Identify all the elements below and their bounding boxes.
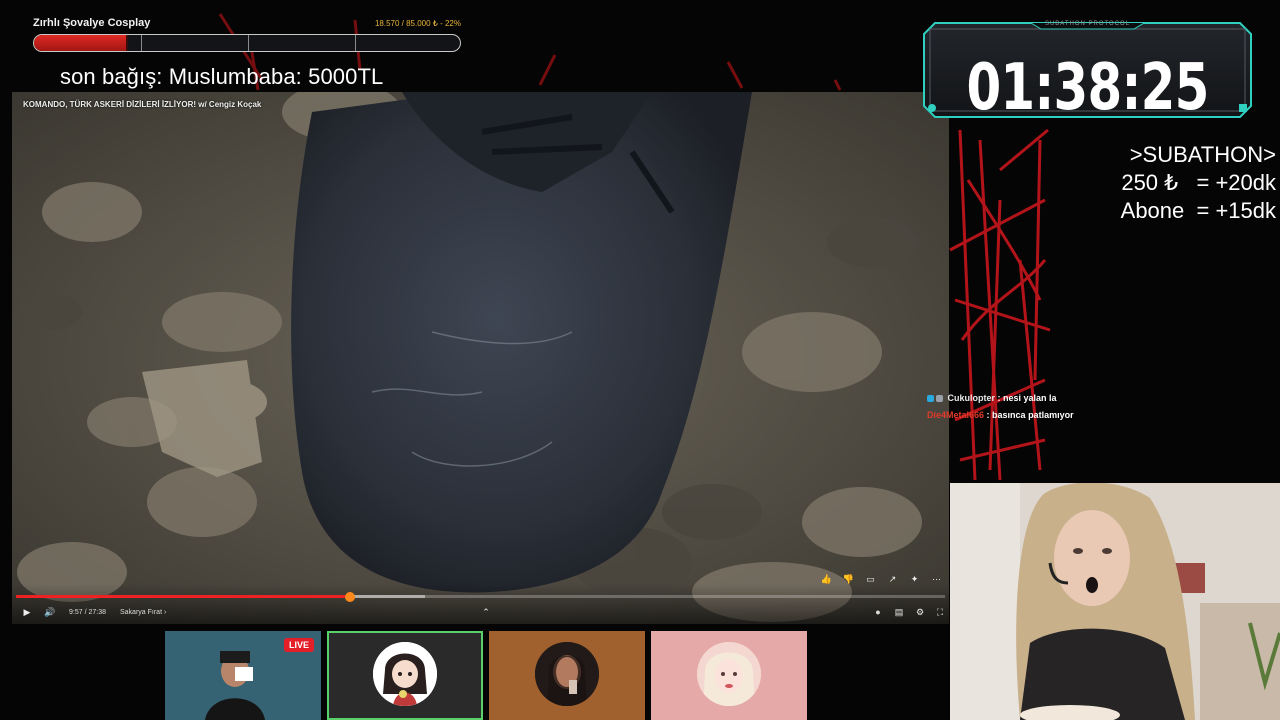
timer-label: SUBATHON PROTOCOL	[1044, 21, 1131, 27]
last-donation: son bağış: Muslumbaba: 5000TL	[60, 64, 384, 89]
chevron-up-icon[interactable]: ⌃	[481, 607, 491, 617]
chat-message: Cukulopter : nesi yalan la	[927, 390, 1280, 407]
participant-tile[interactable]	[651, 631, 807, 720]
subtitles-icon[interactable]: ▤	[894, 607, 904, 617]
chat-overlay: Cukulopter : nesi yalan la Die4Metal666 …	[927, 390, 1280, 424]
rules-donation-line: 250 ₺ = +20dk	[1121, 170, 1276, 195]
chat-text: basınca patlamıyor	[992, 410, 1074, 420]
video-player[interactable]: KOMANDO, TÜRK ASKERİ DİZİLERİ İZLİYOR! w…	[12, 92, 949, 624]
live-badge: LIVE	[283, 638, 314, 652]
play-icon[interactable]: ▶	[22, 607, 32, 617]
rules-sub-line: Abone = +15dk	[1120, 198, 1276, 223]
goal-tick	[248, 35, 249, 51]
participant-tile-active[interactable]	[327, 631, 483, 720]
badge-icon	[936, 395, 943, 402]
streamer-webcam	[950, 483, 1280, 720]
participant-avatar	[535, 642, 599, 706]
volume-icon[interactable]: 🔊	[44, 607, 55, 617]
subathon-rules: >SUBATHON> 250 ₺ = +20dk Abone = +15dk	[1121, 141, 1276, 225]
rules-heading: >SUBATHON>	[1129, 142, 1276, 167]
player-controls: ▶ 🔊 9:57 / 27:38 Sakarya Fırat › ⌃ ● ▤ ⚙…	[12, 584, 949, 624]
badge-icon	[927, 395, 934, 402]
chat-message: Die4Metal666 : basınca patlamıyor	[927, 407, 1280, 424]
seek-handle[interactable]	[345, 592, 356, 602]
webcam-frame	[950, 483, 1280, 720]
timer-value: 01:38:25	[966, 51, 1209, 125]
played-bar	[16, 595, 351, 598]
fullscreen-icon[interactable]: ⛶	[935, 607, 945, 617]
participant-tile[interactable]: LIVE	[165, 631, 321, 720]
participant-tile[interactable]	[489, 631, 645, 720]
goal-progress-fill	[34, 35, 128, 51]
video-frame	[12, 92, 949, 624]
subathon-timer: SUBATHON PROTOCOL 01:38:25	[921, 20, 1254, 120]
chat-username: Die4Metal666	[927, 410, 985, 420]
participant-avatar	[697, 642, 761, 706]
chat-text: nesi yalan la	[1003, 393, 1057, 403]
time-display: 9:57 / 27:38	[69, 609, 106, 616]
goal-progress-bar	[33, 34, 461, 52]
chat-separator: :	[984, 410, 993, 420]
seek-bar[interactable]	[16, 595, 945, 598]
chapter-label[interactable]: Sakarya Fırat ›	[120, 609, 166, 616]
goal-tick	[355, 35, 356, 51]
settings-icon[interactable]: ⚙	[915, 607, 925, 617]
autoplay-toggle-icon[interactable]: ●	[873, 607, 883, 617]
video-title: KOMANDO, TÜRK ASKERİ DİZİLERİ İZLİYOR! w…	[23, 100, 262, 109]
goal-title: Zırhlı Şovalye Cosplay	[33, 17, 151, 29]
goal-amount: 18.570 / 85.000 ₺ - 22%	[374, 19, 461, 28]
chat-separator: :	[995, 393, 1004, 403]
chat-username: Cukulopter	[947, 393, 996, 403]
participant-avatar	[373, 642, 437, 706]
goal-tick	[141, 35, 142, 51]
